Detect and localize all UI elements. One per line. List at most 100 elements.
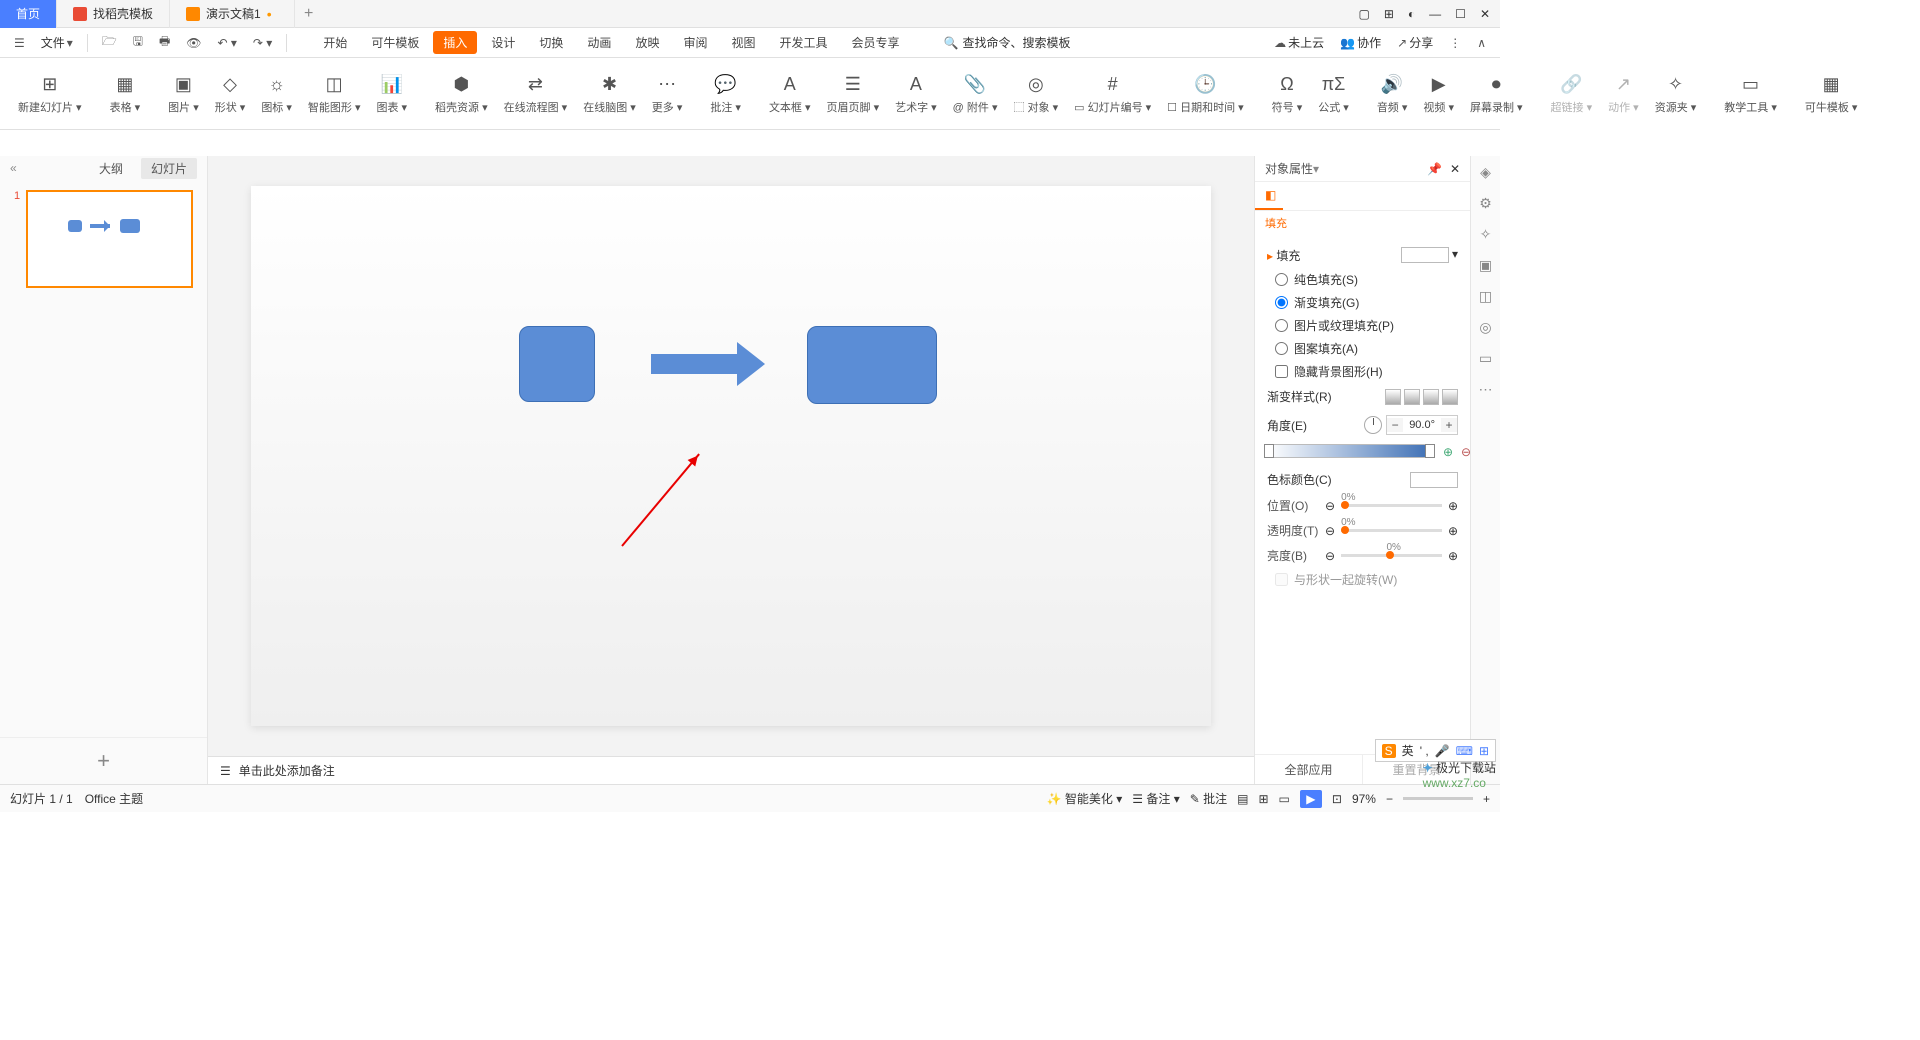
sidetool-3[interactable]: ✧ <box>1480 226 1492 243</box>
ribbon-智能图形[interactable]: ◫智能图形 ▾ <box>300 64 369 124</box>
ribbon-批注[interactable]: 💬批注 ▾ <box>702 64 749 124</box>
menu-视图[interactable]: 视图 <box>721 31 765 54</box>
ribbon-表格[interactable]: ▦表格 ▾ <box>102 64 149 124</box>
cloud-status[interactable]: ☁ 未上云 <box>1268 32 1330 53</box>
minimize-button[interactable]: — <box>1429 7 1441 21</box>
coop-button[interactable]: 👥 协作 <box>1334 32 1387 53</box>
ribbon-屏幕录制[interactable]: ⏺屏幕录制 ▾ <box>1462 64 1531 124</box>
slideshow-button[interactable]: ▶ <box>1300 790 1322 808</box>
ribbon-图表[interactable]: 📊图表 ▾ <box>368 64 415 124</box>
layout-icon[interactable]: ▢ <box>1359 7 1370 21</box>
ribbon-稻壳资源[interactable]: ⬢稻壳资源 ▾ <box>427 64 496 124</box>
tab-home[interactable]: 首页 <box>0 0 57 28</box>
ribbon-资源夹[interactable]: ✧资源夹 ▾ <box>1647 64 1705 124</box>
apply-all-button[interactable]: 全部应用 <box>1255 755 1362 784</box>
smart-beautify[interactable]: ✨ 智能美化 ▾ <box>1047 790 1123 807</box>
tab-slides[interactable]: 幻灯片 <box>141 158 197 179</box>
more-icon[interactable]: ⋮ <box>1443 34 1467 52</box>
ribbon-附件[interactable]: 📎@ 附件 ▾ <box>945 64 1006 124</box>
command-search[interactable]: 🔍 查找命令、搜索模板 <box>944 34 1071 51</box>
tab-document[interactable]: 演示文稿1• <box>170 0 295 28</box>
shape-rounded-rect-1[interactable] <box>519 326 595 402</box>
close-button[interactable]: ✕ <box>1480 7 1490 21</box>
ribbon-文本框[interactable]: A文本框 ▾ <box>761 64 819 124</box>
ribbon-图标[interactable]: ☼图标 ▾ <box>253 64 300 124</box>
view-reading-icon[interactable]: ▭ <box>1279 792 1290 806</box>
shape-arrow[interactable] <box>651 354 741 374</box>
tab-templates[interactable]: 找稻壳模板 <box>57 0 170 28</box>
opt-gradient-fill[interactable]: 渐变填充(G) <box>1267 291 1458 314</box>
gradient-presets[interactable] <box>1385 389 1458 405</box>
fill-tab-icon[interactable]: ◧ <box>1255 182 1283 210</box>
menu-动画[interactable]: 动画 <box>577 31 621 54</box>
save-icon[interactable]: 🖫 <box>127 30 149 55</box>
shape-rounded-rect-2[interactable] <box>807 326 937 404</box>
ribbon-艺术字[interactable]: A艺术字 ▾ <box>887 64 945 124</box>
menu-插入[interactable]: 插入 <box>433 31 477 54</box>
opt-pattern-fill[interactable]: 图案填充(A) <box>1267 337 1458 360</box>
file-menu[interactable]: 文件 ▾ <box>35 32 79 53</box>
share-button[interactable]: ↗ 分享 <box>1391 32 1439 53</box>
zoom-slider[interactable] <box>1403 797 1473 800</box>
sidetool-6[interactable]: ◎ <box>1479 319 1491 336</box>
slide-canvas[interactable] <box>251 186 1211 726</box>
apps-icon[interactable]: ⊞ <box>1384 7 1394 21</box>
sidetool-7[interactable]: ▭ <box>1479 350 1492 367</box>
collapse-panel-icon[interactable]: « <box>10 161 17 175</box>
ribbon-日期和时间[interactable]: 🕒☐ 日期和时间 ▾ <box>1159 64 1252 124</box>
sidetool-2[interactable]: ⚙ <box>1479 195 1492 212</box>
expand-icon[interactable]: ∧ <box>1471 34 1492 52</box>
redo-button[interactable]: ↷ ▾ <box>247 34 278 52</box>
menu-可牛模板[interactable]: 可牛模板 <box>361 31 429 54</box>
view-normal-icon[interactable]: ▤ <box>1237 792 1248 806</box>
notes-bar[interactable]: ☰ 单击此处添加备注 <box>208 756 1254 784</box>
tab-outline[interactable]: 大纲 <box>89 158 133 179</box>
fill-preview-swatch[interactable] <box>1401 247 1449 263</box>
menu-开发工具[interactable]: 开发工具 <box>769 31 837 54</box>
ribbon-对象[interactable]: ◎⬚ 对象 ▾ <box>1005 64 1066 124</box>
ribbon-更多[interactable]: ⋯更多 ▾ <box>644 64 691 124</box>
status-annotate[interactable]: ✎ 批注 <box>1190 790 1227 807</box>
ribbon-幻灯片编号[interactable]: #▭ 幻灯片编号 ▾ <box>1066 64 1159 124</box>
ribbon-符号[interactable]: Ω符号 ▾ <box>1264 64 1311 124</box>
opt-solid-fill[interactable]: 纯色填充(S) <box>1267 268 1458 291</box>
ribbon-图片[interactable]: ▣图片 ▾ <box>160 64 207 124</box>
zoom-out-icon[interactable]: − <box>1386 792 1393 806</box>
transparency-slider[interactable]: 透明度(T)⊖0%⊕ <box>1267 518 1458 543</box>
ribbon-新建幻灯片[interactable]: ⊞新建幻灯片 ▾ <box>10 64 90 124</box>
fit-icon[interactable]: ⊡ <box>1332 792 1342 806</box>
menu-切换[interactable]: 切换 <box>529 31 573 54</box>
panel-close-icon[interactable]: ✕ <box>1450 162 1460 176</box>
new-tab-button[interactable]: + <box>295 5 323 23</box>
ribbon-形状[interactable]: ◇形状 ▾ <box>207 64 254 124</box>
opt-picture-fill[interactable]: 图片或纹理填充(P) <box>1267 314 1458 337</box>
ribbon-视频[interactable]: ▶视频 ▾ <box>1415 64 1462 124</box>
menu-审阅[interactable]: 审阅 <box>673 31 717 54</box>
ribbon-公式[interactable]: πΣ公式 ▾ <box>1310 64 1357 124</box>
add-slide-button[interactable]: + <box>0 737 207 784</box>
undo-button[interactable]: ↶ ▾ <box>212 34 243 52</box>
ribbon-页眉页脚[interactable]: ☰页眉页脚 ▾ <box>819 64 888 124</box>
ribbon-音频[interactable]: 🔊音频 ▾ <box>1369 64 1416 124</box>
ribbon-可牛模板[interactable]: ▦可牛模板 ▾ <box>1797 64 1866 124</box>
menu-放映[interactable]: 放映 <box>625 31 669 54</box>
status-notes[interactable]: ☰ 备注 ▾ <box>1132 790 1179 807</box>
opt-hide-bg[interactable]: 隐藏背景图形(H) <box>1267 360 1458 383</box>
preview-icon[interactable]: 👁 <box>180 34 207 52</box>
add-stop-icon[interactable]: ⊕ <box>1443 445 1453 459</box>
sidetool-5[interactable]: ◫ <box>1479 288 1492 305</box>
gradient-slider[interactable]: ⊕ ⊖ <box>1267 444 1432 458</box>
open-icon[interactable]: 🗁 <box>96 30 123 55</box>
stop-color-picker[interactable] <box>1410 472 1458 488</box>
ribbon-在线流程图[interactable]: ⇄在线流程图 ▾ <box>496 64 576 124</box>
pin-icon[interactable]: 📌 <box>1427 162 1442 176</box>
user-icon[interactable]: ◐ <box>1408 7 1415 21</box>
menu-开始[interactable]: 开始 <box>313 31 357 54</box>
angle-wheel[interactable] <box>1364 416 1382 434</box>
remove-stop-icon[interactable]: ⊖ <box>1461 445 1471 459</box>
sidetool-8[interactable]: ⋯ <box>1479 381 1493 398</box>
menu-toggle[interactable]: ☰ <box>8 34 31 52</box>
sidetool-1[interactable]: ◈ <box>1480 164 1491 181</box>
view-sorter-icon[interactable]: ⊞ <box>1258 792 1268 806</box>
section-fill[interactable]: ▸ 填充 ▾ <box>1267 243 1458 268</box>
